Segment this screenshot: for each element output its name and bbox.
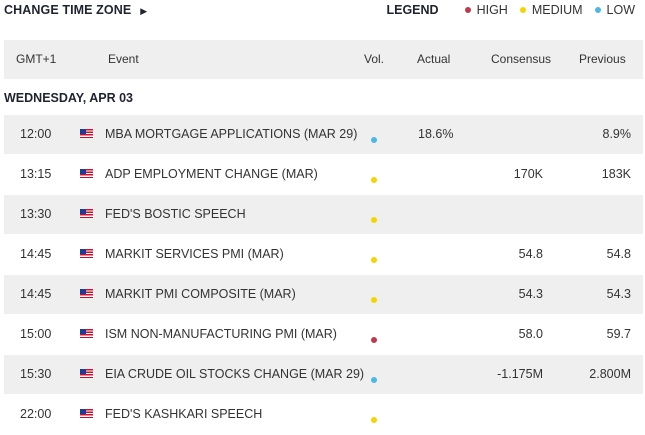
event-name: FED'S BOSTIC SPEECH [105,207,246,221]
high-dot-icon [464,7,471,13]
volatility-medium-dot-icon [371,212,377,226]
volatility-low-dot-icon [371,372,377,386]
volatility-medium-dot-icon [371,412,377,426]
previous-value: 54.3 [606,287,631,301]
header-actual: Actual [417,52,451,66]
table-row[interactable]: 14:45 MARKIT SERVICES PMI (MAR) 54.8 54.8 [4,235,643,274]
event-time: 15:00 [20,327,52,341]
play-arrow-icon: ▶ [140,6,148,16]
legend-title: LEGEND [386,3,439,17]
previous-value: 59.7 [606,327,631,341]
previous-value: 2.800M [589,367,631,381]
event-time: 14:45 [20,287,52,301]
consensus-value: 54.8 [518,247,543,261]
legend-item-medium: MEDIUM [519,3,583,17]
legend-label-low: LOW [606,3,635,17]
flag-graphic [80,129,93,138]
legend: LEGEND HIGH MEDIUM LOW [386,3,635,17]
volatility-dot [371,257,377,263]
top-bar: CHANGE TIME ZONE ▶ LEGEND HIGH MEDIUM LOW [0,0,645,22]
us-flag-icon [80,129,93,138]
volatility-medium-dot-icon [371,252,377,266]
event-name: EIA CRUDE OIL STOCKS CHANGE (MAR 29) [105,367,365,381]
legend-label-high: HIGH [476,3,508,17]
table-row[interactable]: 13:30 FED'S BOSTIC SPEECH [4,195,643,234]
change-timezone-label: CHANGE TIME ZONE [4,3,132,17]
event-time: 13:15 [20,167,52,181]
event-time: 15:30 [20,367,52,381]
consensus-value: -1.175M [497,367,543,381]
legend-item-low: LOW [594,3,635,17]
flag-graphic [80,169,93,178]
event-time: 14:45 [20,247,52,261]
header-vol: Vol. [364,52,385,66]
consensus-value: 170K [513,167,543,181]
event-name: FED'S KASHKARI SPEECH [105,407,263,421]
flag-graphic [80,329,93,338]
header-event: Event [108,52,139,66]
volatility-dot [371,377,377,383]
header-consensus: Consensus [491,52,552,66]
us-flag-icon [80,409,93,418]
table-row[interactable]: 22:00 FED'S KASHKARI SPEECH [4,395,643,434]
volatility-dot [371,177,377,183]
volatility-dot [371,337,377,343]
actual-value: 18.6% [418,127,454,141]
us-flag-icon [80,169,93,178]
previous-value: 183K [601,167,631,181]
event-name: MARKIT SERVICES PMI (MAR) [105,247,284,261]
event-time: 12:00 [20,127,52,141]
medium-dot-icon [519,7,526,13]
header-gmt[interactable]: GMT+1 [16,52,56,66]
low-dot-icon [594,7,601,13]
header-previous: Previous [579,52,626,66]
legend-label-medium: MEDIUM [531,3,583,17]
volatility-dot [371,217,377,223]
volatility-high-dot-icon [371,332,377,346]
us-flag-icon [80,369,93,378]
previous-value: 8.9% [602,127,632,141]
date-heading: WEDNESDAY, APR 03 [4,91,133,105]
event-name: ISM NON-MANUFACTURING PMI (MAR) [105,327,337,341]
event-name: ADP EMPLOYMENT CHANGE (MAR) [105,167,318,181]
table-row[interactable]: 15:00 ISM NON-MANUFACTURING PMI (MAR) 58.0… [4,315,643,354]
flag-graphic [80,409,93,418]
volatility-medium-dot-icon [371,292,377,306]
flag-graphic [80,289,93,298]
table-row[interactable]: 14:45 MARKIT PMI COMPOSITE (MAR) 54.3 54.3 [4,275,643,314]
table-row[interactable]: 12:00 MBA MORTGAGE APPLICATIONS (MAR 29) 1… [4,115,643,154]
volatility-medium-dot-icon [371,172,377,186]
change-timezone-button[interactable]: CHANGE TIME ZONE ▶ [4,3,147,17]
flag-graphic [80,209,93,218]
event-name: MBA MORTGAGE APPLICATIONS (MAR 29) [105,127,358,141]
volatility-dot [371,417,377,423]
us-flag-icon [80,329,93,338]
previous-value: 54.8 [606,247,631,261]
us-flag-icon [80,289,93,298]
table-row[interactable]: 15:30 EIA CRUDE OIL STOCKS CHANGE (MAR 29… [4,355,643,394]
consensus-value: 54.3 [518,287,543,301]
event-time: 13:30 [20,207,52,221]
volatility-dot [371,137,377,143]
volatility-dot [371,297,377,303]
event-time: 22:00 [20,407,52,421]
us-flag-icon [80,249,93,258]
table-header: GMT+1 Event Vol. Actual Consensus Previo… [4,40,643,79]
flag-graphic [80,369,93,378]
legend-item-high: HIGH [464,3,508,17]
table-row[interactable]: 13:15 ADP EMPLOYMENT CHANGE (MAR) 170K 183K [4,155,643,194]
flag-graphic [80,249,93,258]
us-flag-icon [80,209,93,218]
event-name: MARKIT PMI COMPOSITE (MAR) [105,287,296,301]
volatility-low-dot-icon [371,132,377,146]
consensus-value: 58.0 [518,327,543,341]
